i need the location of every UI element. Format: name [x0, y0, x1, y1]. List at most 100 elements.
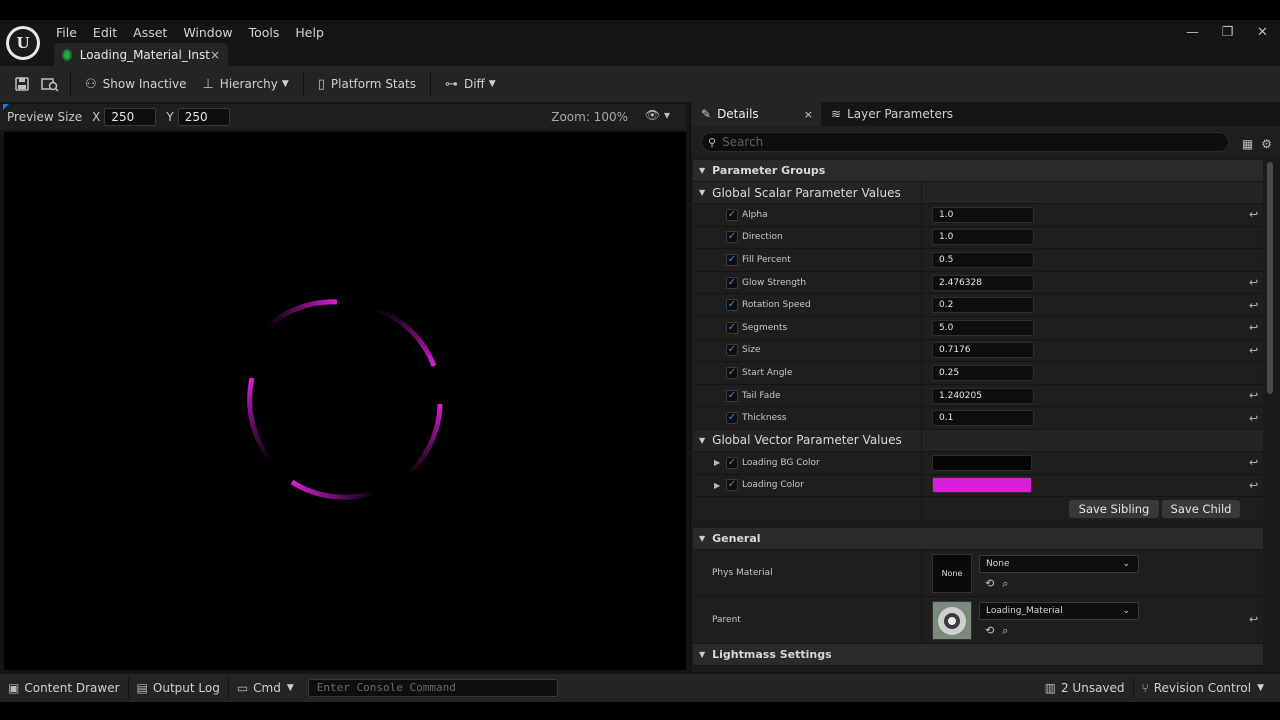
- override-checkbox[interactable]: ✓: [726, 366, 738, 379]
- param-value-input[interactable]: 0.5: [932, 251, 1034, 268]
- close-icon[interactable]: ×: [804, 108, 813, 121]
- param-value-input[interactable]: 0.2: [932, 297, 1034, 314]
- output-log-button[interactable]: ▤ Output Log: [129, 674, 228, 702]
- parent-combo[interactable]: Loading_Material ⌄: [979, 602, 1139, 621]
- collapse-triangle-icon: ▼: [699, 650, 706, 660]
- scrollbar-thumb[interactable]: [1267, 162, 1273, 394]
- color-swatch[interactable]: [932, 454, 1032, 471]
- menu-window[interactable]: Window: [175, 25, 240, 40]
- expand-triangle-icon[interactable]: ▶: [714, 458, 720, 467]
- category-general[interactable]: ▼ General: [693, 528, 1263, 551]
- save-icon[interactable]: [8, 71, 36, 97]
- menu-edit[interactable]: Edit: [85, 25, 125, 40]
- cmd-label: Cmd: [253, 681, 281, 695]
- tab-layer-parameters[interactable]: ≋ Layer Parameters: [821, 102, 963, 126]
- content-drawer-button[interactable]: ▣ Content Drawer: [0, 674, 128, 702]
- save-sibling-button[interactable]: Save Sibling: [1069, 500, 1159, 519]
- unreal-logo-icon[interactable]: U: [6, 26, 40, 60]
- category-lightmass-settings[interactable]: ▼ Lightmass Settings: [693, 644, 1263, 667]
- reset-to-default-icon[interactable]: ↩: [1249, 412, 1258, 425]
- console-command-input[interactable]: Enter Console Command: [307, 679, 558, 697]
- document-tab[interactable]: Loading_Material_Inst ×: [54, 43, 228, 66]
- override-checkbox[interactable]: ✓: [726, 276, 738, 289]
- param-value-input[interactable]: 5.0: [932, 319, 1034, 336]
- param-value-input[interactable]: 2.476328: [932, 274, 1034, 291]
- column-divider: [921, 294, 922, 316]
- gear-icon[interactable]: ⚙: [1261, 137, 1272, 151]
- parent-thumbnail[interactable]: [932, 601, 972, 641]
- expand-triangle-icon[interactable]: ▶: [714, 481, 720, 490]
- pencil-icon: ✎: [701, 107, 712, 121]
- param-value-input[interactable]: 1.0: [932, 229, 1034, 246]
- show-inactive-button[interactable]: ⚇ Show Inactive: [77, 71, 194, 97]
- status-bar: ▣ Content Drawer ▤ Output Log ▭ Cmd ▼ En…: [0, 674, 1280, 702]
- override-checkbox[interactable]: ✓: [726, 253, 738, 266]
- param-value-input[interactable]: 1.240205: [932, 387, 1034, 404]
- browse-icon[interactable]: ⌕: [1002, 577, 1008, 591]
- override-checkbox[interactable]: ✓: [726, 389, 738, 402]
- override-checkbox[interactable]: ✓: [726, 412, 738, 425]
- override-checkbox[interactable]: ✓: [726, 299, 738, 312]
- cmd-dropdown[interactable]: ▭ Cmd ▼: [229, 674, 302, 702]
- phys-material-row: Phys Material None None ⌄ ⟲ ⌕: [693, 550, 1263, 598]
- menu-file[interactable]: File: [48, 25, 85, 40]
- use-selected-icon[interactable]: ⟲: [985, 577, 994, 591]
- override-checkbox[interactable]: ✓: [726, 321, 738, 334]
- chevron-down-icon: ▼: [286, 683, 294, 693]
- hierarchy-label: Hierarchy: [219, 77, 278, 91]
- reset-to-default-icon[interactable]: ↩: [1249, 321, 1258, 334]
- group-global-vector[interactable]: ▼ Global Vector Parameter Values: [693, 429, 1263, 452]
- param-name: Fill Percent: [742, 254, 791, 265]
- reset-to-default-icon[interactable]: ↩: [1249, 479, 1258, 492]
- use-selected-icon[interactable]: ⟲: [985, 624, 994, 638]
- unsaved-button[interactable]: ▥ 2 Unsaved: [1037, 674, 1133, 702]
- override-checkbox[interactable]: ✓: [726, 344, 738, 357]
- browse-asset-icon[interactable]: [36, 71, 64, 97]
- override-checkbox[interactable]: ✓: [726, 456, 738, 469]
- param-value-input[interactable]: 0.25: [932, 364, 1034, 381]
- reset-to-default-icon[interactable]: ↩: [1249, 276, 1258, 289]
- override-checkbox[interactable]: ✓: [726, 208, 738, 221]
- revision-control-button[interactable]: ⑂ Revision Control ▼: [1134, 674, 1272, 702]
- color-swatch[interactable]: [932, 477, 1032, 494]
- reset-to-default-icon[interactable]: ↩: [1249, 613, 1258, 626]
- tab-details[interactable]: ✎ Details ×: [691, 102, 821, 126]
- close-tab-icon[interactable]: ×: [210, 48, 220, 62]
- reset-to-default-icon[interactable]: ↩: [1249, 208, 1258, 221]
- platform-stats-button[interactable]: ▯ Platform Stats: [310, 71, 424, 97]
- phys-material-combo[interactable]: None ⌄: [979, 555, 1139, 574]
- reset-to-default-icon[interactable]: ↩: [1249, 344, 1258, 357]
- reset-to-default-icon[interactable]: ↩: [1249, 456, 1258, 469]
- menu-asset[interactable]: Asset: [125, 25, 175, 40]
- group-label: Global Vector Parameter Values: [712, 433, 902, 448]
- column-divider: [921, 474, 922, 497]
- grid-view-icon[interactable]: ▦: [1242, 137, 1253, 151]
- save-child-button[interactable]: Save Child: [1162, 500, 1240, 519]
- document-tab-label: Loading_Material_Inst: [79, 47, 210, 62]
- material-preview-viewport[interactable]: [4, 132, 686, 670]
- scalar-param-row: ✓ Glow Strength 2.476328 ↩: [693, 271, 1263, 295]
- minimize-icon[interactable]: —: [1175, 25, 1210, 40]
- chevron-down-icon: ▼: [1257, 683, 1264, 693]
- param-value-input[interactable]: 0.7176: [932, 342, 1034, 359]
- menu-tools[interactable]: Tools: [241, 25, 288, 40]
- menu-help[interactable]: Help: [287, 25, 332, 40]
- param-value-input[interactable]: 1.0: [932, 206, 1034, 223]
- override-checkbox[interactable]: ✓: [726, 479, 738, 492]
- category-parameter-groups[interactable]: ▼ Parameter Groups: [693, 160, 1263, 182]
- browse-icon[interactable]: ⌕: [1002, 624, 1008, 638]
- hierarchy-button[interactable]: ⊥ Hierarchy ▼: [194, 71, 296, 97]
- diff-button[interactable]: ⊶ Diff ▼: [437, 71, 504, 97]
- search-input[interactable]: ⚲ Search: [701, 132, 1229, 152]
- preview-x-input[interactable]: 250: [104, 108, 157, 126]
- param-value-input[interactable]: 0.1: [932, 410, 1034, 427]
- group-global-scalar[interactable]: ▼ Global Scalar Parameter Values: [693, 182, 1263, 204]
- preview-y-input[interactable]: 250: [177, 108, 230, 126]
- reset-to-default-icon[interactable]: ↩: [1249, 299, 1258, 312]
- visibility-eye-icon[interactable]: 👁 ▾: [645, 108, 670, 122]
- restore-icon[interactable]: ❐: [1210, 25, 1245, 40]
- override-checkbox[interactable]: ✓: [726, 231, 738, 244]
- reset-to-default-icon[interactable]: ↩: [1249, 389, 1258, 402]
- close-window-icon[interactable]: ✕: [1245, 25, 1280, 40]
- phys-material-thumbnail[interactable]: None: [932, 554, 972, 594]
